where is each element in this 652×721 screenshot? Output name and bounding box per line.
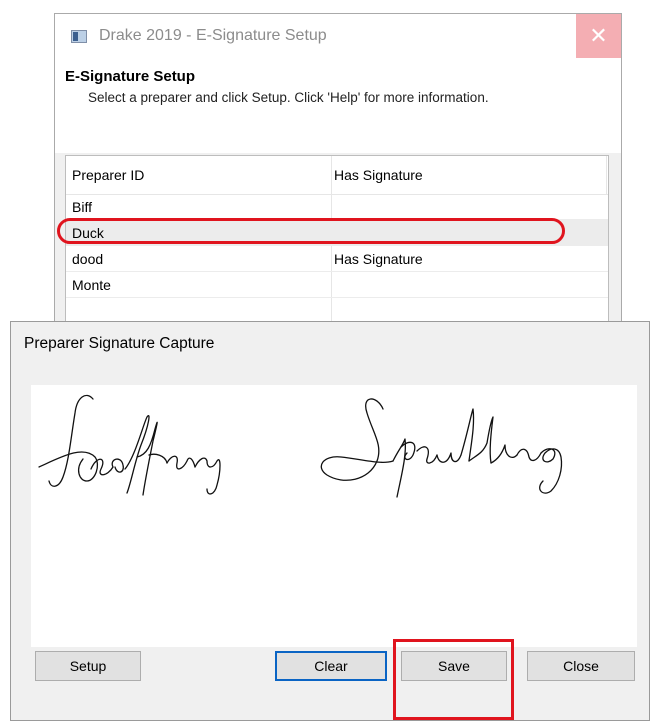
instructions-text: Select a preparer and click Setup. Click…	[88, 90, 489, 105]
table-row[interactable]: Monte	[66, 272, 608, 298]
column-header-has-signature[interactable]: Has Signature	[334, 162, 604, 188]
column-divider	[606, 156, 607, 194]
has-signature-cell: Has Signature	[334, 251, 423, 267]
clear-button[interactable]: Clear	[275, 651, 387, 681]
setup-button[interactable]: Setup	[35, 651, 141, 681]
app-window-icon	[71, 30, 87, 43]
column-header-preparer-id[interactable]: Preparer ID	[72, 162, 322, 188]
has-signature-cell	[334, 194, 604, 220]
preparer-id-cell: Biff	[72, 199, 92, 215]
close-icon[interactable]: ✕	[576, 14, 621, 58]
title-bar: Drake 2019 - E-Signature Setup ✕	[55, 14, 621, 58]
has-signature-cell	[334, 272, 604, 298]
esignature-setup-window: Drake 2019 - E-Signature Setup ✕ E-Signa…	[54, 13, 622, 336]
table-row[interactable]: dood Has Signature	[66, 246, 608, 272]
preparer-grid: Preparer ID Has Signature Biff Duck dood…	[65, 155, 609, 336]
setup-header-panel: E-Signature Setup Select a preparer and …	[55, 58, 621, 153]
handwritten-signature	[38, 394, 563, 498]
signature-pad[interactable]	[31, 385, 637, 647]
dialog-title: Preparer Signature Capture	[24, 335, 215, 352]
section-heading: E-Signature Setup	[65, 68, 196, 85]
table-row[interactable]: Biff	[66, 194, 608, 220]
signature-capture-dialog: Preparer Signature Capture Setup Clear S…	[10, 321, 650, 721]
grid-header: Preparer ID Has Signature	[66, 156, 608, 195]
close-button[interactable]: Close	[527, 651, 635, 681]
window-title: Drake 2019 - E-Signature Setup	[99, 27, 327, 44]
highlight-oval-annotation	[57, 218, 565, 244]
preparer-id-cell: Monte	[72, 277, 111, 293]
save-highlight-annotation	[393, 639, 514, 720]
preparer-id-cell: dood	[72, 251, 104, 267]
